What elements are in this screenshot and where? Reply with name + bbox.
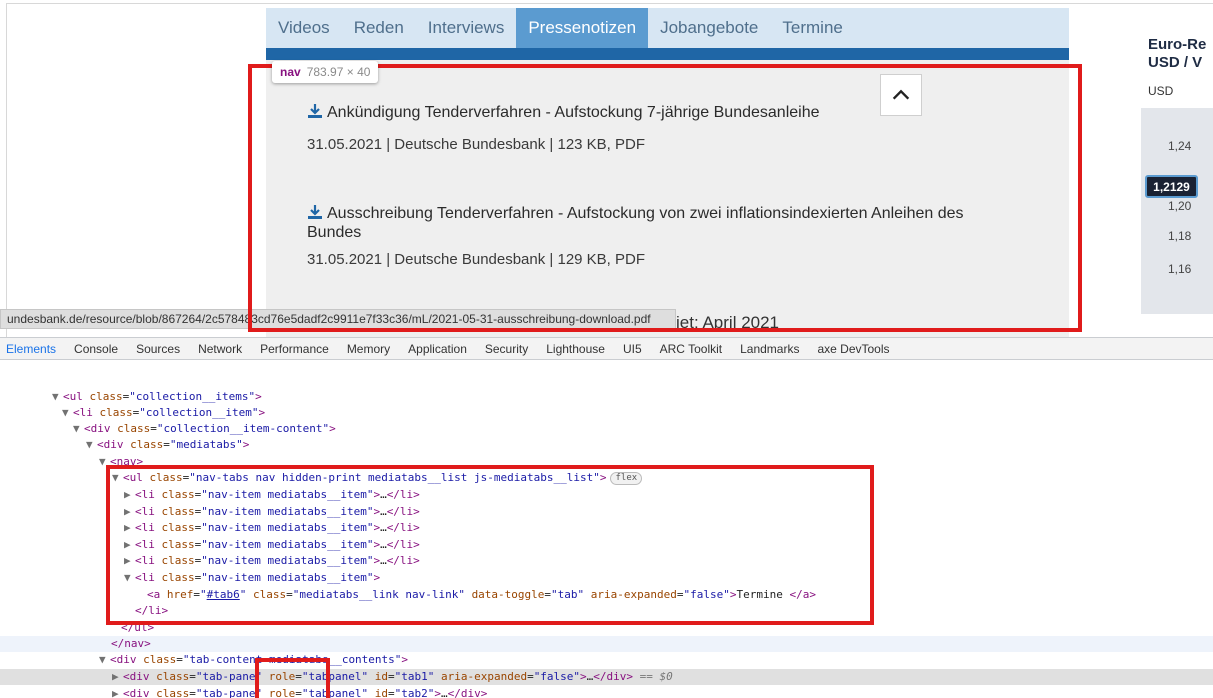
chart-tick: 1,16 [1168,262,1192,276]
devtools-tab-memory[interactable]: Memory [347,342,390,356]
document-link[interactable]: Ankündigung Tenderverfahren - Aufstockun… [307,103,997,122]
dom-node[interactable]: ▼ <li class="collection__item"> [62,405,265,421]
dom-node[interactable]: <a href="#tab6" class="mediatabs__link n… [147,587,816,603]
dom-node[interactable]: ▼ <div class="tab-content mediatabs__cont… [99,652,408,668]
tab6-href-link[interactable]: #tab6 [207,588,240,601]
dom-node[interactable]: ▶ <li class="nav-item mediatabs__item">…<… [124,537,420,553]
devtools-tab-security[interactable]: Security [485,342,528,356]
console-ref: == $0 [639,670,673,683]
devtools-tab-lighthouse[interactable]: Lighthouse [546,342,605,356]
partial-document-title: iet: April 2021 [676,313,780,332]
web-page: Videos Reden Interviews Pressenotizen Jo… [0,0,1213,337]
document-link[interactable]: Ausschreibung Tenderverfahren - Aufstock… [307,204,997,242]
devtools-tab-ui5[interactable]: UI5 [623,342,642,356]
devtools-tab-axe[interactable]: axe DevTools [817,342,889,356]
chart-tick: 1,20 [1168,199,1192,213]
aside-title: Euro-Re USD / V [1148,36,1206,72]
tab-pressenotizen[interactable]: Pressenotizen [516,8,649,48]
aside-currency: USD [1148,84,1174,98]
devtools-tab-console[interactable]: Console [74,342,118,356]
dom-node[interactable]: ▼ <div class="mediatabs"> [86,437,249,453]
tooltip-tag: nav [280,65,301,79]
document-meta: 31.05.2021 | Deutsche Bundesbank | 123 K… [307,136,646,153]
devtools-tab-arc-toolkit[interactable]: ARC Toolkit [660,342,722,356]
inspect-tooltip: nav 783.97 × 40 [272,61,379,83]
dom-node[interactable]: ▶ <li class="nav-item mediatabs__item">…<… [124,487,420,503]
tab-underline [266,48,1069,60]
tab-panel [266,60,1069,337]
dom-node-selected[interactable]: ▶ <div class="tab-pane" role="tabpanel" i… [0,669,1213,685]
download-icon [308,104,322,118]
tab-termine[interactable]: Termine [770,8,854,48]
dom-node[interactable]: ▼ <li class="nav-item mediatabs__item"> [124,570,380,586]
document-item[interactable]: Ausschreibung Tenderverfahren - Aufstock… [307,204,997,242]
dom-node[interactable]: ▶ <li class="nav-item mediatabs__item">…<… [124,504,420,520]
devtools-tab-sources[interactable]: Sources [136,342,180,356]
dom-node[interactable]: ▼ <ul class="nav-tabs nav hidden-print me… [112,470,643,486]
dom-node[interactable]: </li> [135,603,168,619]
document-title: Ankündigung Tenderverfahren - Aufstockun… [327,104,820,121]
dom-node[interactable]: ▶ <li class="nav-item mediatabs__item">…<… [124,553,420,569]
devtools-tab-network[interactable]: Network [198,342,242,356]
document-title: Ausschreibung Tenderverfahren - Aufstock… [307,205,964,241]
dom-node[interactable]: ▼ <ul class="collection__items"> [52,389,262,405]
devtools-tab-landmarks[interactable]: Landmarks [740,342,799,356]
aside-title-line1: Euro-Re [1148,36,1207,53]
chart-tick: 1,18 [1168,229,1192,243]
tab-jobangebote[interactable]: Jobangebote [648,8,770,48]
document-item[interactable]: Ankündigung Tenderverfahren - Aufstockun… [307,103,997,122]
download-icon [308,205,322,219]
current-price-badge: 1,2129 [1145,175,1198,198]
devtools-tab-bar: Elements Console Sources Network Perform… [0,338,1213,360]
devtools-panel: Elements Console Sources Network Perform… [0,337,1213,698]
aside-title-line2: USD / V [1148,54,1203,71]
dom-node[interactable]: </ul> [121,620,154,636]
dom-node[interactable]: </nav> [0,636,1213,652]
chart-tick: 1,24 [1168,139,1192,153]
devtools-tab-application[interactable]: Application [408,342,467,356]
devtools-tab-elements[interactable]: Elements [6,342,56,356]
media-tabs-nav: Videos Reden Interviews Pressenotizen Jo… [266,8,1069,48]
dom-node[interactable]: ▶ <div class="tab-pane" role="tabpanel" i… [112,686,487,698]
tab-videos[interactable]: Videos [266,8,342,48]
dom-node[interactable]: ▼ <div class="collection__item-content"> [73,421,336,437]
dom-node[interactable]: ▼ <nav> [99,454,143,470]
flex-badge[interactable]: flex [610,472,643,485]
document-meta: 31.05.2021 | Deutsche Bundesbank | 129 K… [307,251,646,268]
devtools-tab-performance[interactable]: Performance [260,342,329,356]
tab-reden[interactable]: Reden [342,8,416,48]
tab-interviews[interactable]: Interviews [416,8,517,48]
tooltip-dims: 783.97 × 40 [306,65,371,79]
tab6-text: Termine [736,588,790,601]
status-url-bar: undesbank.de/resource/blob/867264/2c5784… [0,309,676,329]
dom-node[interactable]: ▶ <li class="nav-item mediatabs__item">…<… [124,520,420,536]
